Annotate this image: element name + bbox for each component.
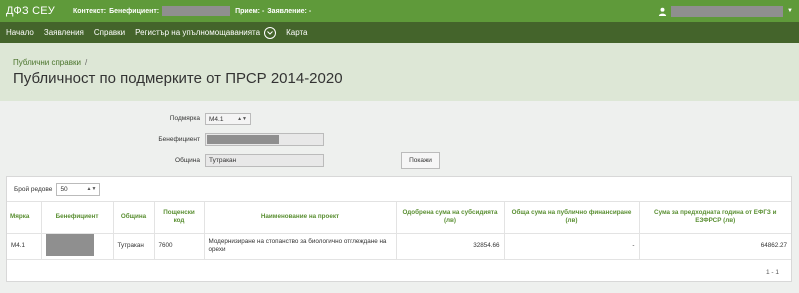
pagination-range: 1 - 1 [765, 268, 779, 276]
show-button[interactable]: Покажи [401, 152, 440, 169]
chevron-down-icon[interactable] [264, 26, 277, 39]
cell-measure: М4.1 [7, 233, 42, 260]
pagination-info: 1 - 1 [7, 260, 791, 285]
table-header-row: Мярка Бенефициент Община Пощенски код На… [7, 202, 791, 234]
submeasure-label: Подмярка [169, 115, 200, 122]
breadcrumb: Публични справки / [13, 58, 786, 67]
col-header-total-public-funding[interactable]: Обща сума на публично финансиране (лв) [504, 202, 640, 234]
submeasure-value: М4.1 [209, 115, 224, 123]
context-label: Контекст: [72, 7, 107, 15]
cell-previous-year-amount: 64862.27 [639, 233, 791, 260]
filter-form: Подмярка М4.1 ▲▼ Бенефициент Община Тутр… [0, 101, 799, 176]
beneficiary-label: Бенефициент [158, 136, 200, 143]
rows-per-page-control: Брой редове 50 ▲▼ [7, 177, 791, 202]
col-header-beneficiary[interactable]: Бенефициент [41, 202, 114, 234]
col-header-municipality[interactable]: Община [113, 202, 155, 234]
nav-item-reports[interactable]: Справки [94, 28, 125, 37]
cell-beneficiary [41, 233, 114, 260]
rows-per-page-label: Брой редове [14, 185, 53, 193]
beneficiary-field[interactable] [205, 133, 324, 146]
page-title: Публичност по подмерките от ПРСР 2014-20… [13, 70, 343, 87]
col-header-project-name[interactable]: Наименование на проект [204, 202, 397, 234]
nav-item-map[interactable]: Карта [286, 28, 307, 37]
beneficiary-field-redacted [207, 135, 279, 144]
nav-item-authorizations-register[interactable]: Регистър на упълномощаванията [135, 28, 260, 37]
cell-total-public-funding: - [504, 233, 640, 260]
col-header-approved-amount[interactable]: Одобрена сума на субсидията (лв) [396, 202, 505, 234]
results-table: Мярка Бенефициент Община Пощенски код На… [7, 202, 791, 260]
caret-down-icon: ▼ [787, 8, 793, 14]
username-redacted [671, 5, 784, 17]
municipality-label: Община [175, 157, 200, 164]
col-header-measure[interactable]: Мярка [7, 202, 42, 234]
breadcrumb-public-reports[interactable]: Публични справки [13, 58, 81, 67]
cell-municipality: Тутракан [113, 233, 155, 260]
cell-postal-code: 7600 [154, 233, 205, 260]
breadcrumb-separator: / [84, 58, 88, 67]
user-icon [658, 7, 667, 16]
nav-item-applications[interactable]: Заявления [44, 28, 84, 37]
beneficiary-context-label: Бенефициент: [109, 7, 160, 15]
application-context-label: Заявление: - [267, 7, 312, 15]
user-menu[interactable]: ▼ [658, 5, 793, 17]
table-row: М4.1 Тутракан 7600 Модернизиране на стоп… [7, 233, 791, 260]
main-nav: Начало Заявления Справки Регистър на упъ… [0, 22, 799, 43]
municipality-field[interactable]: Тутракан [205, 154, 324, 167]
submeasure-select[interactable]: М4.1 ▲▼ [205, 113, 251, 125]
updown-arrows-icon: ▲▼ [237, 116, 247, 122]
beneficiary-redacted-value [162, 6, 231, 16]
col-header-previous-year-amount[interactable]: Сума за предходната година от ЕФГЗ и ЕЗФ… [639, 202, 791, 234]
context-info: Контекст: Бенефициент: Прием: - Заявлени… [73, 6, 311, 16]
cell-project-name: Модернизиране на стопанство за биологичн… [204, 233, 397, 260]
nav-item-home[interactable]: Начало [6, 28, 34, 37]
col-header-postal-code[interactable]: Пощенски код [154, 202, 205, 234]
updown-arrows-icon: ▲▼ [86, 186, 97, 192]
app-brand[interactable]: ДФЗ СЕУ [6, 5, 55, 17]
intake-context-label: Прием: - [235, 7, 265, 15]
cell-approved-amount: 32854.66 [396, 233, 505, 260]
top-bar: ДФЗ СЕУ Контекст: Бенефициент: Прием: - … [0, 0, 799, 22]
beneficiary-cell-redacted [45, 233, 94, 256]
rows-per-page-value: 50 [60, 185, 68, 193]
rows-per-page-select[interactable]: 50 ▲▼ [56, 182, 101, 196]
page-header: Публични справки / Публичност по подмерки… [0, 43, 799, 101]
results-card: Брой редове 50 ▲▼ Мярка Бенефициент Общи… [6, 176, 792, 282]
